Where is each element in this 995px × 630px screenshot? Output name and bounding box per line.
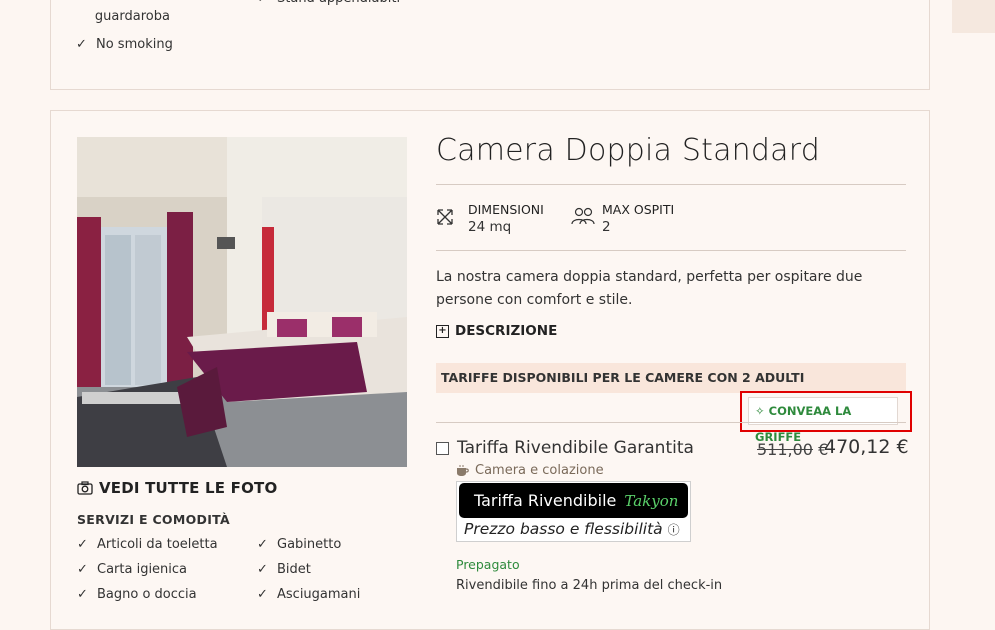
service-item: ✓ Gabinetto xyxy=(257,535,341,555)
takyon-logo: Takyon xyxy=(624,492,679,510)
payment-type: Prepagato xyxy=(456,557,520,572)
check-icon: ✓ xyxy=(77,537,88,552)
divider xyxy=(436,422,906,423)
info-icon[interactable]: ⓘ xyxy=(668,523,680,537)
meal-plan-label: Camera e colazione xyxy=(475,463,604,478)
previous-room-card: ✓ Armadio o guardaroba ✓ No smoking ✓ St… xyxy=(50,0,930,90)
description-toggle-label: DESCRIZIONE xyxy=(455,323,558,339)
side-panel-tab[interactable] xyxy=(952,0,995,33)
rate-name-label: Tariffa Rivendibile Garantita xyxy=(457,438,694,458)
service-label: Asciugamani xyxy=(277,587,361,602)
amenity-label: Armadio o guardaroba xyxy=(94,0,170,24)
service-item: ✓ Carta igienica xyxy=(77,560,187,580)
dimensions-label: DIMENSIONI xyxy=(468,202,544,217)
service-label: Bidet xyxy=(277,562,311,577)
check-icon: ✓ xyxy=(257,562,268,577)
badge-header: Tariffa Rivendibile Takyon xyxy=(459,483,688,518)
old-price-value: 511,00 xyxy=(757,440,813,459)
view-all-photos-link[interactable]: VEDI TUTTE LE FOTO xyxy=(77,479,277,497)
service-label: Bagno o doccia xyxy=(97,587,197,602)
view-all-photos-label: VEDI TUTTE LE FOTO xyxy=(99,479,278,497)
rate-option[interactable]: Tariffa Rivendibile Garantita xyxy=(436,438,694,458)
amenity-item: ✓ Stand appendiabiti xyxy=(257,0,400,9)
amenity-item: ✓ No smoking xyxy=(76,35,173,55)
service-label: Articoli da toeletta xyxy=(97,537,218,552)
service-item: ✓ Bidet xyxy=(257,560,311,580)
service-label: Carta igienica xyxy=(97,562,188,577)
plus-icon: + xyxy=(436,324,449,338)
service-label: Gabinetto xyxy=(277,537,342,552)
convert-button[interactable]: ✧ CONVEAA LA GRIFFE xyxy=(748,397,898,444)
badge-subtitle-label: Prezzo basso e flessibilità xyxy=(464,520,663,538)
room-title: Camera Doppia Standard xyxy=(436,133,820,168)
camera-icon xyxy=(77,481,93,495)
check-icon: ✓ xyxy=(257,587,268,602)
amenity-item: ✓ Armadio o guardaroba xyxy=(76,0,196,27)
badge-subtitle: Prezzo basso e flessibilità ⓘ xyxy=(464,520,680,538)
description-toggle[interactable]: + DESCRIZIONE xyxy=(436,323,557,339)
max-guests-label: MAX OSPITI xyxy=(602,202,675,217)
takyon-badge[interactable]: Tariffa Rivendibile Takyon Prezzo basso e… xyxy=(456,481,691,542)
price: 470,12 € xyxy=(824,436,909,458)
check-icon: ✓ xyxy=(257,0,269,9)
dimensions-value: 24 mq xyxy=(468,219,512,235)
guests-icon xyxy=(571,207,595,225)
service-item: ✓ Articoli da toeletta xyxy=(77,535,218,555)
resale-info: Rivendibile fino a 24h prima del check-i… xyxy=(456,578,723,593)
check-icon: ✓ xyxy=(76,0,87,7)
service-item: ✓ Asciugamani xyxy=(257,585,360,605)
service-item: ✓ Bagno o doccia xyxy=(77,585,197,605)
divider xyxy=(436,184,906,185)
old-price: 511,00 € xyxy=(757,440,828,459)
services-title: SERVIZI E COMODITÀ xyxy=(77,512,230,527)
check-icon: ✓ xyxy=(77,562,88,577)
divider xyxy=(436,250,906,251)
highlight-box: ✧ CONVEAA LA GRIFFE xyxy=(740,391,912,444)
badge-title: Tariffa Rivendibile xyxy=(474,491,617,510)
resize-arrows-icon xyxy=(437,209,453,225)
room-description: La nostra camera doppia standard, perfet… xyxy=(436,269,863,308)
rate-checkbox[interactable] xyxy=(436,441,449,455)
check-icon: ✓ xyxy=(76,37,87,52)
check-icon: ✓ xyxy=(257,537,268,552)
max-guests-value: 2 xyxy=(602,219,611,235)
amenity-label: No smoking xyxy=(96,37,173,52)
meal-plan: Camera e colazione xyxy=(456,463,604,478)
rates-header: TARIFFE DISPONIBILI PER LE CAMERE CON 2 … xyxy=(436,363,906,393)
coffee-cup-icon xyxy=(457,464,469,476)
room-photo[interactable] xyxy=(77,137,407,467)
amenity-label: Stand appendiabiti xyxy=(277,0,400,9)
room-card: VEDI TUTTE LE FOTO SERVIZI E COMODITÀ ✓ … xyxy=(50,110,930,630)
check-icon: ✓ xyxy=(77,587,88,602)
sparkle-icon: ✧ xyxy=(755,404,765,418)
